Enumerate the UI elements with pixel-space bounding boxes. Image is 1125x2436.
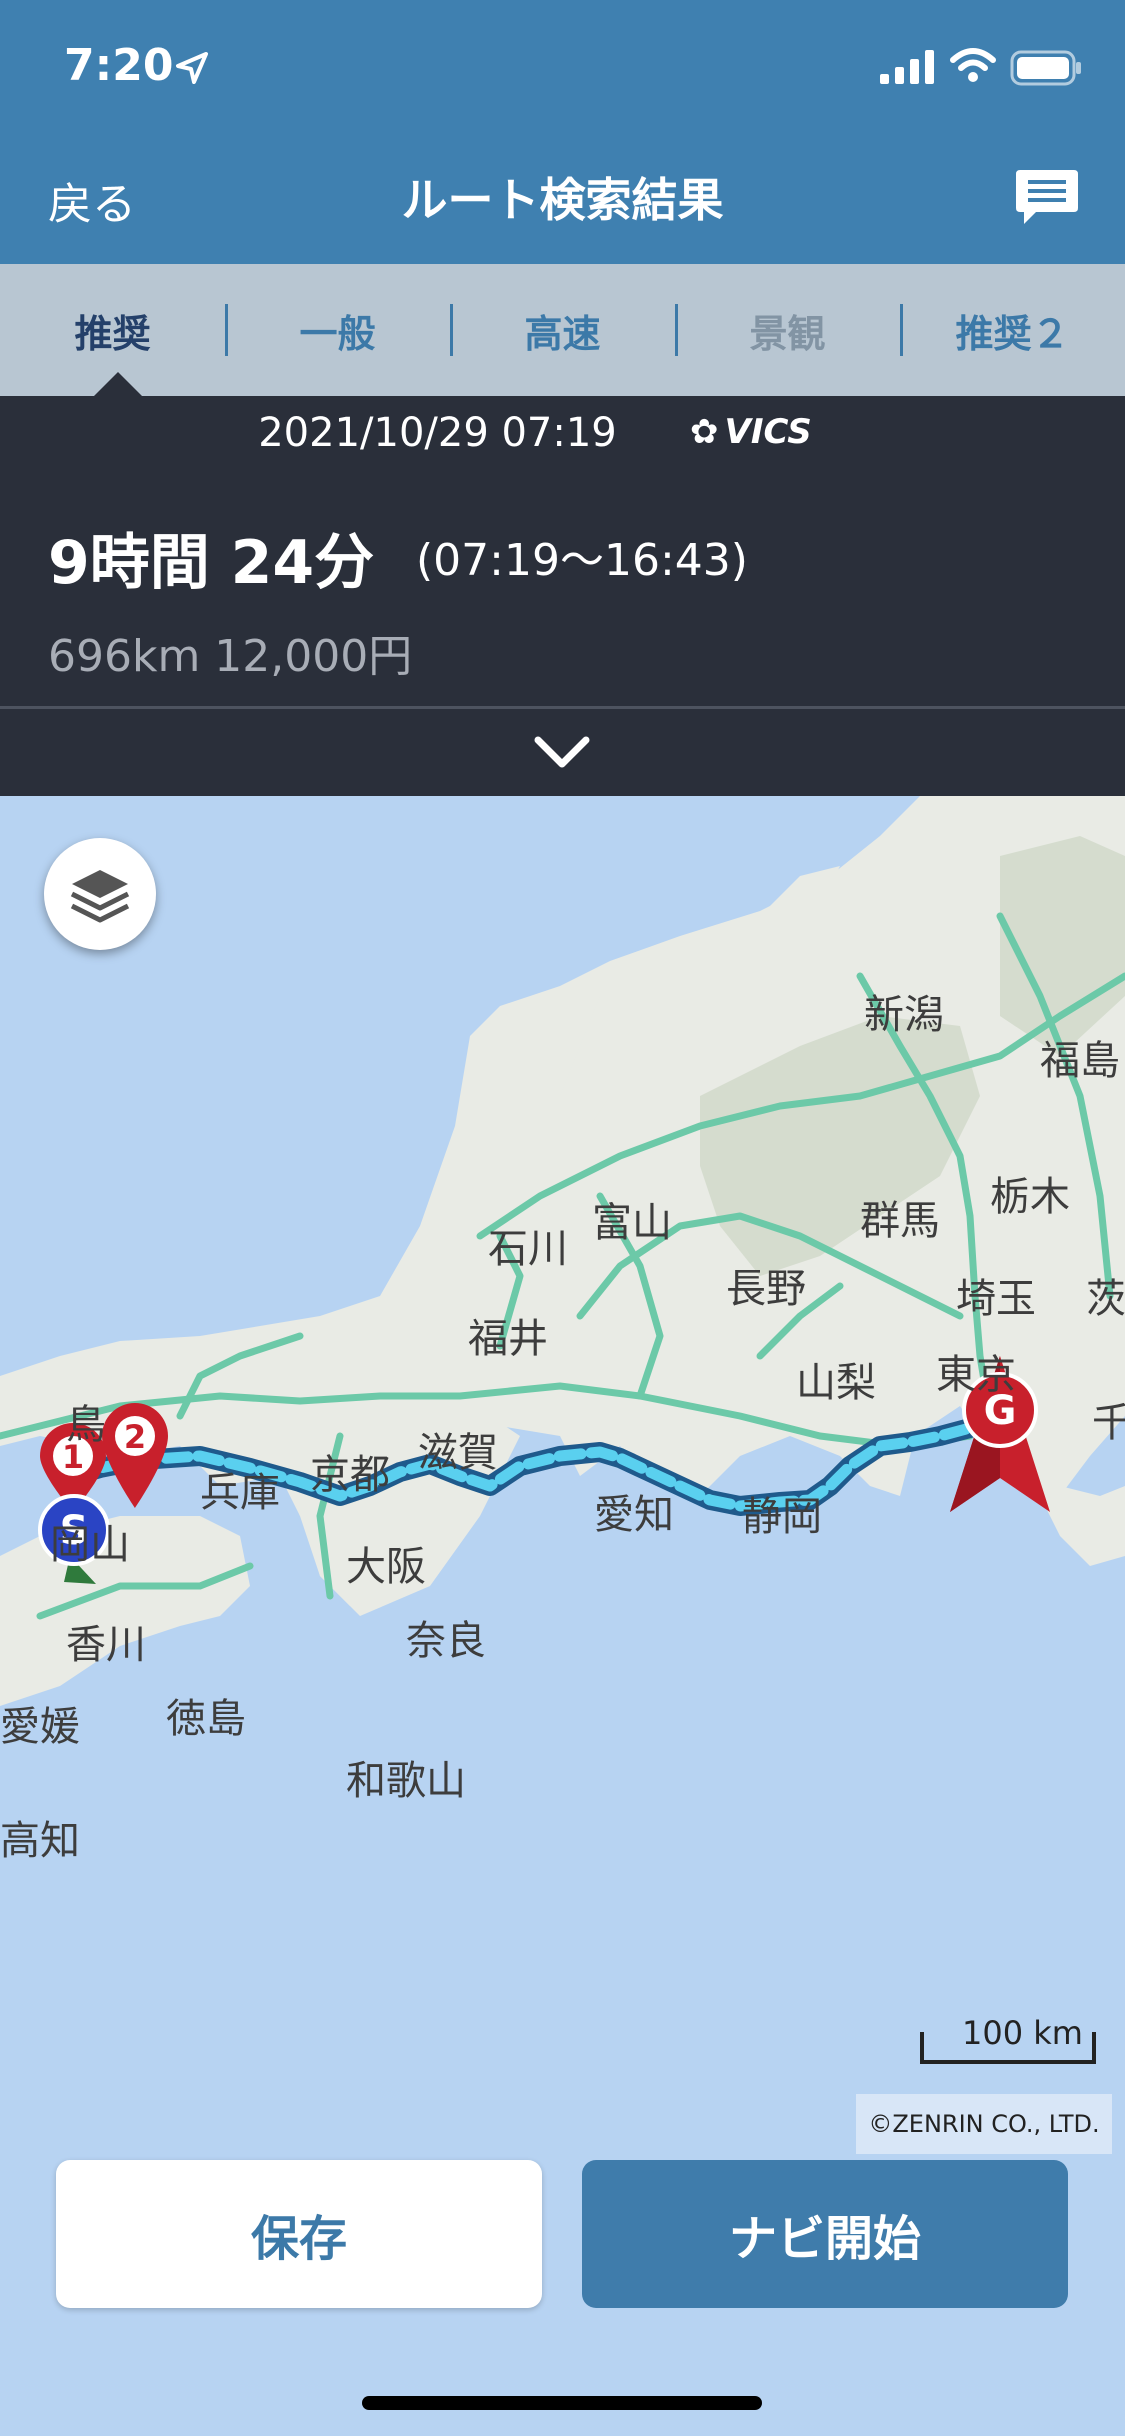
place-label: 富山 (592, 1200, 672, 1246)
place-label: 大阪 (346, 1544, 426, 1590)
route-distance-fare: 696km 12,000円 (48, 631, 413, 682)
map-scale-label: 100 km (962, 2014, 1083, 2052)
place-label: 愛知 (594, 1492, 674, 1538)
route-type-tabs: 推奨 一般 高速 景観 推奨２ (0, 264, 1125, 396)
divider (0, 706, 1125, 709)
place-label: 福井 (468, 1316, 548, 1362)
place-label: 奈良 (406, 1618, 486, 1664)
place-label: 岡山 (50, 1522, 130, 1568)
place-label: 香川 (66, 1622, 146, 1668)
page-title: ルート検索結果 (401, 173, 724, 227)
land-honshu (0, 796, 1125, 1606)
chevron-down-icon[interactable] (530, 722, 594, 782)
route-time-range: (07:19～16:43) (416, 535, 748, 586)
save-button[interactable]: 保存 (56, 2160, 542, 2308)
status-time: 7:20 (64, 40, 174, 91)
place-label: 静岡 (742, 1494, 822, 1540)
tab-recommended-2[interactable]: 推奨２ (900, 264, 1125, 396)
map-copyright: ©ZENRIN CO., LTD. (856, 2094, 1112, 2154)
map-layer-button[interactable] (44, 838, 156, 950)
place-label: 長野 (726, 1266, 806, 1312)
message-icon[interactable] (1014, 166, 1080, 228)
search-datetime: 2021/10/29 07:19 (258, 410, 617, 456)
waypoint-2-marker[interactable]: 2 (101, 1402, 168, 1508)
place-label: 埼玉 (956, 1276, 1036, 1322)
location-arrow-icon (176, 52, 208, 84)
vics-logo: ✿ VICS (690, 412, 812, 452)
svg-text:2: 2 (124, 1418, 146, 1456)
tab-general[interactable]: 一般 (225, 264, 450, 396)
place-label: 滋賀 (418, 1430, 498, 1476)
place-label: 山梨 (796, 1360, 876, 1406)
place-label: 東京 (936, 1352, 1016, 1398)
route-duration: 9時間 24分 (48, 528, 375, 598)
place-label: 和歌山 (346, 1758, 466, 1804)
place-label: 千 (1092, 1400, 1125, 1446)
place-label: 鳥 (66, 1402, 106, 1448)
cellular-signal-icon (880, 50, 934, 84)
status-bar: 7:20 (0, 0, 1125, 140)
place-label: 徳島 (166, 1696, 246, 1742)
active-tab-pointer (94, 372, 142, 396)
place-label: 福島 (1040, 1038, 1120, 1084)
place-label: 石川 (488, 1226, 568, 1272)
place-label: 新潟 (864, 992, 944, 1038)
place-label: 高知 (0, 1818, 80, 1864)
place-label: 茨 (1086, 1276, 1125, 1322)
start-navigation-button[interactable]: ナビ開始 (582, 2160, 1068, 2308)
place-label: 京都 (310, 1452, 390, 1498)
place-label: 群馬 (860, 1198, 940, 1244)
place-label: 愛媛 (0, 1704, 80, 1750)
layers-icon (70, 870, 130, 923)
tab-expressway[interactable]: 高速 (450, 264, 675, 396)
wifi-icon (950, 48, 996, 82)
place-label: 栃木 (990, 1174, 1070, 1220)
home-indicator (362, 2396, 762, 2410)
battery-icon (1010, 50, 1081, 86)
place-label: 兵庫 (200, 1470, 280, 1516)
header: 7:20 戻る ルート検索結果 (0, 0, 1125, 264)
vics-flower-icon: ✿ (690, 412, 719, 452)
tab-scenic[interactable]: 景観 (675, 264, 900, 396)
